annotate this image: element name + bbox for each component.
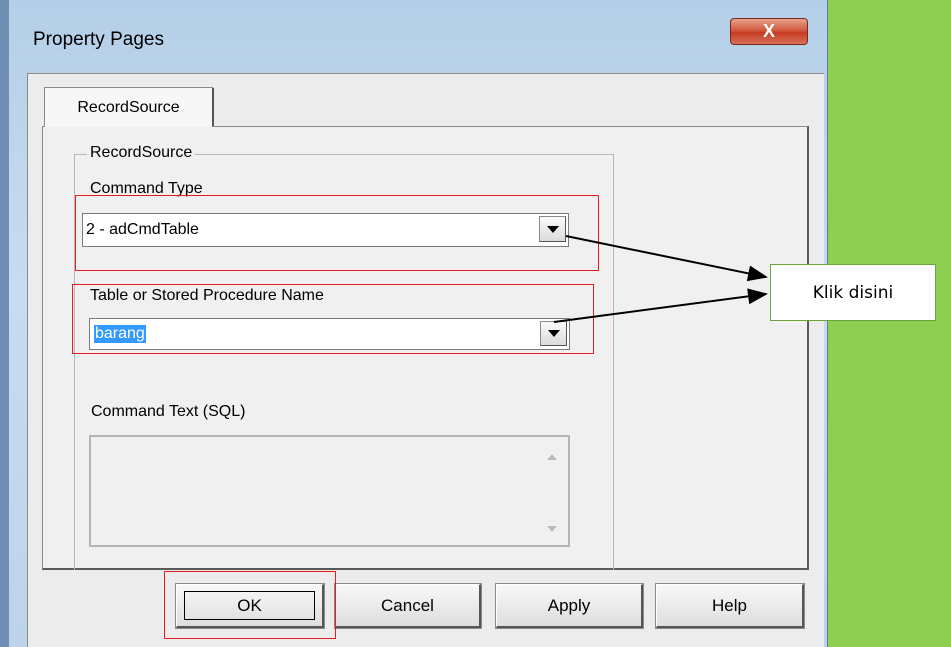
tab-label: RecordSource <box>77 98 180 116</box>
arrow-to-table-name <box>553 288 768 323</box>
tab-shadow <box>212 88 214 126</box>
tab-recordsource[interactable]: RecordSource <box>44 87 213 127</box>
arrow-to-command-type <box>565 235 768 282</box>
